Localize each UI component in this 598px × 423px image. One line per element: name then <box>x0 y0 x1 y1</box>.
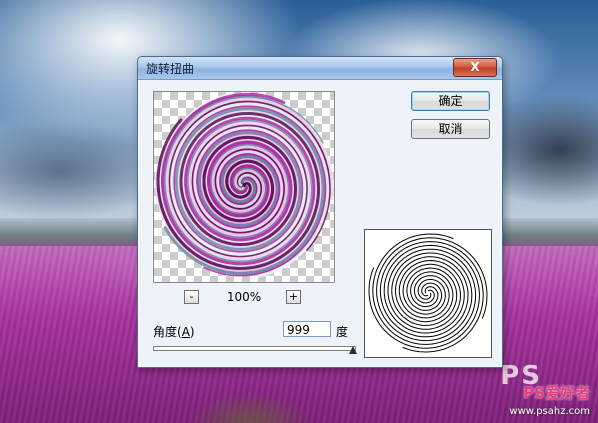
filter-preview[interactable] <box>153 91 335 283</box>
dialog-client: - 100% + 确定 取消 角度(A) 999 度 <box>143 81 496 361</box>
spiral-diagram <box>368 233 488 353</box>
zoom-out-button[interactable]: - <box>184 290 199 304</box>
angle-unit: 度 <box>336 325 349 339</box>
triangle-thumb-icon[interactable] <box>349 346 358 354</box>
angle-hotkey: A <box>181 325 190 339</box>
spiral-thumbnail <box>364 229 492 358</box>
dialog-title: 旋转扭曲 <box>146 62 195 76</box>
angle-label-text: 角度( <box>153 325 182 339</box>
angle-input[interactable]: 999 <box>283 321 331 337</box>
zoom-in-button[interactable]: + <box>286 290 301 304</box>
watermark: PS PS爱好者 www.psahz.com <box>422 359 592 419</box>
cancel-button[interactable]: 取消 <box>411 119 490 139</box>
plus-icon: + <box>288 290 299 303</box>
watermark-url: www.psahz.com <box>509 406 590 417</box>
twirl-dialog: 旋转扭曲 X - 100% + 确定 取消 角度(A) 999 度 <box>137 56 503 368</box>
swirl-preview-image <box>154 92 334 282</box>
angle-slider-track[interactable] <box>153 346 356 351</box>
angle-label-end: ) <box>189 325 195 339</box>
minus-icon: - <box>189 290 194 303</box>
close-button[interactable]: X <box>453 58 497 77</box>
ok-button[interactable]: 确定 <box>411 91 490 111</box>
angle-label: 角度(A) <box>153 323 195 340</box>
close-icon: X <box>470 60 480 74</box>
dialog-titlebar[interactable]: 旋转扭曲 X <box>138 57 502 80</box>
zoom-level: 100% <box>226 290 262 304</box>
zoom-controls: - 100% + <box>153 290 333 306</box>
watermark-subtitle: PS爱好者 <box>523 384 590 402</box>
